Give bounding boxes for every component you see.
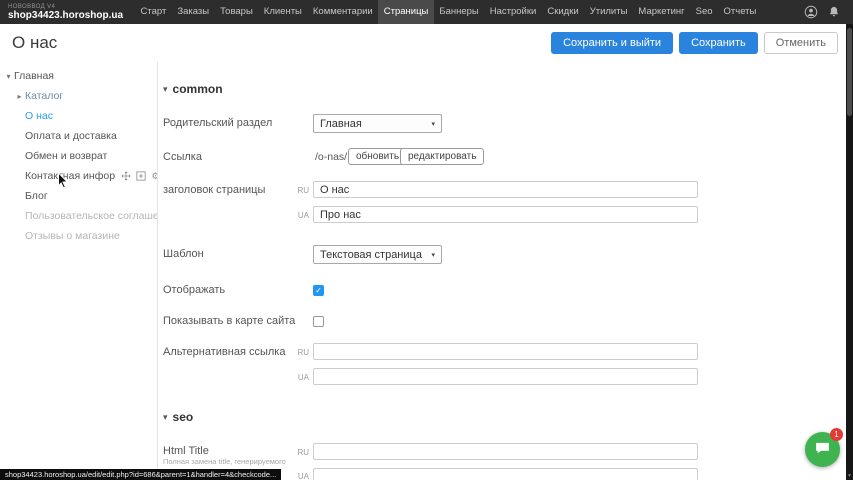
tree-item-label: О нас [25, 110, 53, 122]
page-header: О нас Сохранить и выйти Сохранить Отмени… [0, 24, 846, 62]
html-title-ua-input[interactable] [313, 468, 698, 480]
link-refresh-button[interactable]: обновить [348, 148, 407, 165]
page-title-ru-input[interactable] [313, 181, 698, 198]
template-label: Шаблон [163, 248, 204, 260]
tree-item-label: Обмен и возврат [25, 150, 107, 162]
chevron-down-icon: ▾ [431, 251, 435, 259]
browser-status-url: shop34423.horoshop.ua/edit/edit.php?id=6… [0, 469, 281, 480]
scrollbar-thumb[interactable] [847, 28, 852, 116]
chat-widget-button[interactable]: 1 [805, 432, 840, 467]
display-checkbox[interactable] [313, 285, 324, 296]
nav-item-settings[interactable]: Настройки [484, 0, 542, 24]
section-seo-header[interactable]: ▾ seo [163, 410, 193, 424]
tree-item-payment-delivery[interactable]: Оплата и доставка [0, 126, 157, 146]
page-title: О нас [12, 33, 57, 53]
tree-item-label: Оплата и доставка [25, 130, 117, 142]
section-seo-title: seo [173, 410, 194, 424]
section-collapse-icon[interactable]: ▾ [163, 84, 168, 95]
sitemap-checkbox[interactable] [313, 316, 324, 327]
tree-item-label: Блог [25, 190, 48, 202]
cancel-button[interactable]: Отменить [764, 32, 838, 54]
tree-item-label: Контактная инфор [25, 170, 115, 182]
shop-logo[interactable]: НОВОВВОД V4 shop34423.horoshop.ua [8, 4, 123, 21]
alt-link-ru-input[interactable] [313, 343, 698, 360]
tree-item-hover-actions: ⚙ [120, 171, 157, 182]
pages-tree-sidebar: ▾ Главная ▸ Каталог О нас Оплата и доста… [0, 62, 158, 480]
html-title-hint: Полная замена title, генерируемого [163, 457, 286, 466]
main-menu: Старт Заказы Товары Клиенты Комментарии … [135, 0, 762, 24]
header-action-buttons: Сохранить и выйти Сохранить Отменить [551, 32, 838, 54]
ua-lang-label: UA [294, 472, 309, 480]
navbar-right-icons [804, 5, 841, 19]
sitemap-label: Показывать в карте сайта [163, 315, 295, 327]
nav-item-marketing[interactable]: Маркетинг [633, 0, 690, 24]
top-navbar: НОВОВВОД V4 shop34423.horoshop.ua Старт … [0, 0, 853, 24]
html-title-label: Html Title [163, 445, 209, 457]
notifications-bell-icon[interactable] [827, 5, 841, 19]
alt-link-label: Альтернативная ссылка [163, 346, 285, 358]
tree-item-store-reviews[interactable]: Отзывы о магазине [0, 226, 157, 246]
nav-item-orders[interactable]: Заказы [172, 0, 215, 24]
logo-version-label: НОВОВВОД V4 [8, 4, 123, 10]
ru-lang-label: RU [294, 448, 309, 457]
tree-collapsed-icon[interactable]: ▸ [14, 92, 25, 101]
ru-lang-label: RU [294, 186, 309, 195]
tree-item-home[interactable]: ▾ Главная [0, 66, 157, 86]
nav-item-pages[interactable]: Страницы [378, 0, 434, 24]
nav-item-products[interactable]: Товары [215, 0, 259, 24]
link-edit-button[interactable]: редактировать [400, 148, 484, 165]
nav-item-clients[interactable]: Клиенты [258, 0, 307, 24]
parent-section-value: Главная [320, 118, 362, 130]
page-edit-form: ▾ common Родительский раздел Главная ▾ С… [158, 62, 846, 480]
nav-item-discounts[interactable]: Скидки [542, 0, 584, 24]
tree-item-exchange-return[interactable]: Обмен и возврат [0, 146, 157, 166]
nav-item-seo[interactable]: Seo [690, 0, 718, 24]
html-title-ru-input[interactable] [313, 443, 698, 460]
tree-item-blog[interactable]: Блог [0, 186, 157, 206]
ua-lang-label: UA [294, 211, 309, 220]
tree-item-catalog[interactable]: ▸ Каталог [0, 86, 157, 106]
ru-lang-label: RU [294, 348, 309, 357]
display-label: Отображать [163, 284, 225, 296]
tree-item-label: Главная [14, 70, 54, 82]
template-value: Текстовая страница [320, 249, 422, 261]
gear-icon[interactable]: ⚙ [150, 171, 157, 182]
vertical-scrollbar[interactable]: ▼ [846, 24, 853, 480]
add-page-icon[interactable] [135, 171, 146, 182]
chat-bubble-icon [814, 439, 831, 461]
section-collapse-icon[interactable]: ▾ [163, 412, 168, 423]
nav-item-reports[interactable]: Отчеты [718, 0, 762, 24]
parent-section-label: Родительский раздел [163, 117, 272, 129]
parent-section-select[interactable]: Главная ▾ [313, 114, 442, 133]
save-and-exit-button[interactable]: Сохранить и выйти [551, 32, 673, 54]
tree-item-contact-info[interactable]: Контактная инфор ⚙ [0, 166, 157, 186]
user-account-icon[interactable] [804, 5, 818, 19]
tree-expanded-icon[interactable]: ▾ [3, 72, 14, 81]
link-label: Ссылка [163, 151, 202, 163]
page-title-label: заголовок страницы [163, 184, 265, 196]
nav-item-utilities[interactable]: Утилиты [584, 0, 633, 24]
save-button[interactable]: Сохранить [679, 32, 758, 54]
tree-item-label: Каталог [25, 90, 63, 102]
tree-item-label: Отзывы о магазине [25, 230, 120, 242]
template-select[interactable]: Текстовая страница ▾ [313, 245, 442, 264]
tree-item-label: Пользовательское соглашение [25, 210, 157, 222]
scrollbar-down-arrow-icon[interactable]: ▼ [846, 473, 853, 479]
ua-lang-label: UA [294, 373, 309, 382]
page-title-ua-input[interactable] [313, 206, 698, 223]
nav-item-banners[interactable]: Баннеры [434, 0, 484, 24]
section-common-title: common [173, 82, 223, 96]
tree-item-about-us[interactable]: О нас [0, 106, 157, 126]
nav-item-comments[interactable]: Комментарии [307, 0, 378, 24]
alt-link-ua-input[interactable] [313, 368, 698, 385]
chat-unread-badge: 1 [830, 428, 843, 441]
move-icon[interactable] [120, 171, 131, 182]
logo-domain: shop34423.horoshop.ua [8, 11, 123, 21]
tree-item-user-agreement[interactable]: Пользовательское соглашение [0, 206, 157, 226]
link-value: /o-nas/ [315, 151, 347, 163]
nav-item-start[interactable]: Старт [135, 0, 172, 24]
chevron-down-icon: ▾ [431, 120, 435, 128]
section-common-header[interactable]: ▾ common [163, 82, 223, 96]
